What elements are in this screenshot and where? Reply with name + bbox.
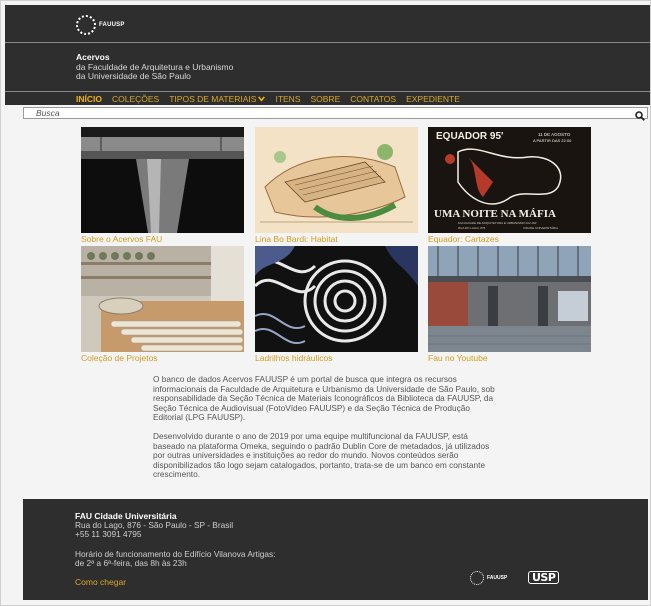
tile-sobre-acervos[interactable]: Sobre o Acervos FAU: [81, 127, 244, 245]
search-bar: [23, 107, 648, 121]
poster-footer1: FACULDADE DE ARQUITETURA E URBANISMO DA …: [458, 221, 537, 225]
tile-image-equador-cartazes[interactable]: EQUADOR 95' 11 DE AGOSTO A PARTIR DAS 22…: [428, 127, 591, 233]
usp-logo[interactable]: USP: [528, 571, 560, 584]
site-title: Acervos da Faculdade de Arquitetura e Ur…: [76, 52, 233, 82]
footer-phone: +55 11 3091 4795: [75, 529, 142, 539]
site-title-line3: da Universidade de São Paulo: [76, 71, 191, 81]
poster-footer2: RUA DO LAGO, 876: [458, 226, 486, 230]
description: O banco de dados Acervos FAUUSP é um por…: [153, 374, 498, 480]
poster-title: EQUADOR 95': [436, 131, 503, 142]
poster-footer3: CIDADE UNIVERSITÁRIA: [523, 226, 558, 230]
logo-row: FAUUSP: [5, 5, 650, 43]
tile-image-fau-youtube[interactable]: [428, 246, 591, 352]
footer-hours-value: de 2ª a 6ª-feira, das 8h às 23h: [75, 558, 187, 568]
tile-image-colecao-projetos[interactable]: [81, 246, 244, 352]
nav-item-expediente[interactable]: EXPEDIENTE: [406, 93, 460, 107]
tile-caption[interactable]: Coleção de Projetos: [81, 353, 244, 364]
nav-item-contatos[interactable]: CONTATOS: [350, 93, 396, 107]
page: FAUUSP Acervos da Faculdade de Arquitetu…: [0, 0, 651, 606]
poster-headline: UMA NOITE NA MÁFIA: [434, 208, 556, 220]
tile-equador-cartazes[interactable]: EQUADOR 95' 11 DE AGOSTO A PARTIR DAS 22…: [428, 127, 591, 245]
tile-caption[interactable]: Fau no Youtube: [428, 353, 591, 364]
nav-item-inicio[interactable]: INÍCIO: [76, 93, 102, 107]
tile-caption[interactable]: Sobre o Acervos FAU: [81, 234, 244, 245]
footer-fauusp-logo[interactable]: FAUUSP: [470, 571, 507, 585]
tile-caption[interactable]: Lina Bo Bardi: Habitat: [255, 234, 418, 245]
chevron-down-icon: [258, 95, 266, 107]
tile-image-sobre-acervos[interactable]: [81, 127, 244, 233]
footer-logo-text: FAUUSP: [487, 575, 508, 581]
tile-fau-youtube[interactable]: Fau no Youtube: [428, 246, 591, 364]
tile-colecao-projetos[interactable]: Coleção de Projetos: [81, 246, 244, 364]
poster-time: A PARTIR DAS 22:00: [533, 138, 572, 143]
nav-item-sobre[interactable]: SOBRE: [310, 93, 340, 107]
tile-image-ladrilhos[interactable]: [255, 246, 418, 352]
fauusp-logo[interactable]: FAUUSP: [76, 15, 125, 35]
search-input[interactable]: [24, 108, 624, 118]
tile-image-lina-bo-bardi[interactable]: [255, 127, 418, 233]
tile-ladrilhos[interactable]: Ladrilhos hidráulicos: [255, 246, 418, 364]
nav-item-itens[interactable]: ITENS: [275, 93, 300, 107]
tile-caption[interactable]: Equador: Cartazes: [428, 234, 591, 245]
logo-text: FAUUSP: [99, 22, 125, 28]
description-p2: Desenvolvido durante o ano de 2019 por u…: [153, 430, 490, 480]
tile-caption[interactable]: Ladrilhos hidráulicos: [255, 353, 418, 364]
fauusp-logo-icon: [76, 15, 96, 35]
description-p1: O banco de dados Acervos FAUUSP é um por…: [153, 374, 495, 423]
nav-item-tipos-de-materiais[interactable]: TIPOS DE MATERIAIS: [169, 93, 266, 107]
tile-lina-bo-bardi[interactable]: Lina Bo Bardi: Habitat: [255, 127, 418, 245]
nav-item-colecoes[interactable]: COLEÇÕES: [112, 93, 159, 107]
poster-date: 11 DE AGOSTO: [538, 132, 571, 137]
site-footer: FAU Cidade Universitária Rua do Lago, 87…: [23, 499, 648, 600]
como-chegar-link[interactable]: Como chegar: [75, 577, 126, 587]
search-icon[interactable]: [635, 108, 645, 121]
main-nav: INÍCIO COLEÇÕES TIPOS DE MATERIAIS ITENS…: [5, 91, 650, 105]
fauusp-logo-icon: [470, 571, 484, 585]
nav-item-tipos-label: TIPOS DE MATERIAIS: [169, 94, 257, 104]
site-header: FAUUSP Acervos da Faculdade de Arquitetu…: [5, 5, 650, 105]
